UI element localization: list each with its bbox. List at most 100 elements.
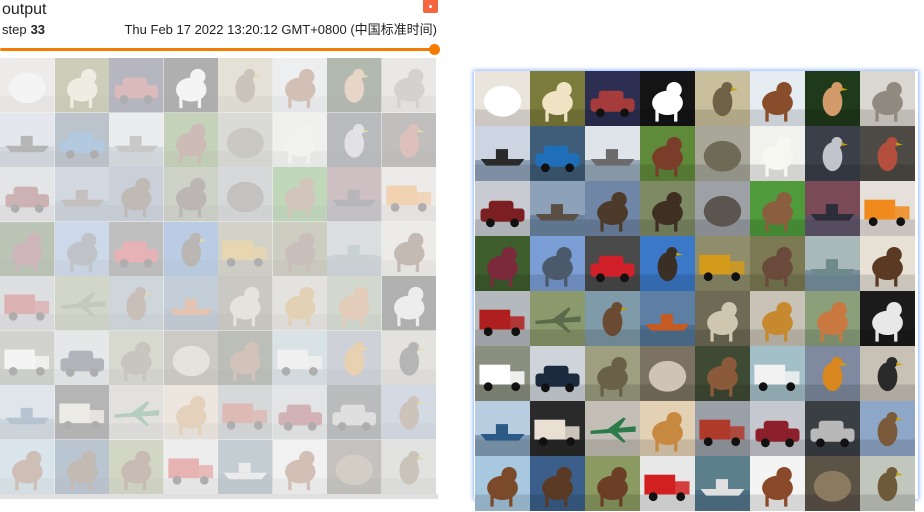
image-tile xyxy=(0,385,55,440)
image-tile xyxy=(54,276,109,331)
image-tile xyxy=(530,346,585,401)
card-title: output xyxy=(2,1,47,18)
image-tile xyxy=(381,112,436,167)
image-tile xyxy=(327,330,382,385)
image-tile xyxy=(327,385,382,440)
image-tile xyxy=(109,385,164,440)
image-tile xyxy=(805,401,860,456)
image-tile xyxy=(530,236,585,291)
image-tile xyxy=(218,330,273,385)
image-tile xyxy=(109,112,164,167)
image-tile xyxy=(750,126,805,181)
image-tile xyxy=(695,291,750,346)
image-tile xyxy=(0,58,55,113)
image-tile xyxy=(109,439,164,494)
image-tile xyxy=(272,439,327,494)
step-slider[interactable] xyxy=(0,44,440,56)
image-tile xyxy=(695,456,750,511)
image-tile xyxy=(750,291,805,346)
image-tile xyxy=(218,58,273,113)
image-tile xyxy=(860,346,915,401)
image-tile xyxy=(695,401,750,456)
image-card: output step 33 Thu Feb 17 2022 13:20:12 G… xyxy=(0,0,440,499)
image-tile xyxy=(640,126,695,181)
horizontal-scrollbar[interactable] xyxy=(0,494,438,499)
image-tile xyxy=(327,167,382,222)
image-tile xyxy=(805,126,860,181)
image-tile xyxy=(860,291,915,346)
image-tile xyxy=(218,112,273,167)
image-tile xyxy=(640,401,695,456)
image-tile xyxy=(640,71,695,126)
image-tile xyxy=(109,167,164,222)
image-tile xyxy=(475,346,530,401)
image-tile xyxy=(860,181,915,236)
image-tile xyxy=(218,276,273,331)
image-tile xyxy=(381,330,436,385)
image-tile xyxy=(163,330,218,385)
image-tile xyxy=(805,291,860,346)
image-tile xyxy=(163,439,218,494)
image-tile xyxy=(695,346,750,401)
image-tile xyxy=(750,71,805,126)
image-tile xyxy=(530,181,585,236)
image-tile xyxy=(475,456,530,511)
image-tile xyxy=(475,71,530,126)
image-tile xyxy=(0,112,55,167)
image-tile xyxy=(805,181,860,236)
image-tile xyxy=(475,181,530,236)
card-menu-button[interactable] xyxy=(423,0,438,13)
image-tile xyxy=(585,346,640,401)
image-tile xyxy=(218,385,273,440)
image-tile xyxy=(750,456,805,511)
image-tile xyxy=(54,112,109,167)
image-tile xyxy=(585,71,640,126)
image-grid-preview[interactable] xyxy=(0,58,436,494)
image-tile xyxy=(475,126,530,181)
image-grid-full xyxy=(475,71,916,512)
image-tile xyxy=(272,112,327,167)
image-tile xyxy=(163,167,218,222)
image-tile xyxy=(640,346,695,401)
image-tile xyxy=(640,181,695,236)
image-tile xyxy=(860,456,915,511)
slider-track[interactable] xyxy=(0,48,434,51)
image-tile xyxy=(381,221,436,276)
image-tile xyxy=(381,385,436,440)
image-viewer[interactable] xyxy=(474,71,918,511)
image-tile xyxy=(860,236,915,291)
image-tile xyxy=(272,330,327,385)
image-tile xyxy=(163,221,218,276)
image-tile xyxy=(272,385,327,440)
image-tile xyxy=(530,291,585,346)
image-tile xyxy=(640,291,695,346)
image-tile xyxy=(750,401,805,456)
image-tile xyxy=(475,291,530,346)
image-tile xyxy=(0,167,55,222)
image-tile xyxy=(585,401,640,456)
image-tile xyxy=(381,167,436,222)
slider-thumb[interactable] xyxy=(429,44,440,55)
image-tile xyxy=(54,385,109,440)
image-tile xyxy=(640,456,695,511)
image-tile xyxy=(218,439,273,494)
image-tile xyxy=(585,291,640,346)
step-value: 33 xyxy=(30,22,46,37)
image-tile xyxy=(805,71,860,126)
image-tile xyxy=(805,456,860,511)
image-tile xyxy=(163,385,218,440)
image-tile xyxy=(327,112,382,167)
image-tile xyxy=(54,167,109,222)
image-tile xyxy=(327,276,382,331)
image-tile xyxy=(805,346,860,401)
image-tile xyxy=(640,236,695,291)
image-tile xyxy=(530,401,585,456)
image-tile xyxy=(54,58,109,113)
image-tile xyxy=(860,71,915,126)
image-tile xyxy=(0,221,55,276)
image-tile xyxy=(695,126,750,181)
image-tile xyxy=(750,346,805,401)
step-row: step 33 Thu Feb 17 2022 13:20:12 GMT+0800… xyxy=(0,21,438,39)
image-tile xyxy=(0,439,55,494)
image-tile xyxy=(585,456,640,511)
